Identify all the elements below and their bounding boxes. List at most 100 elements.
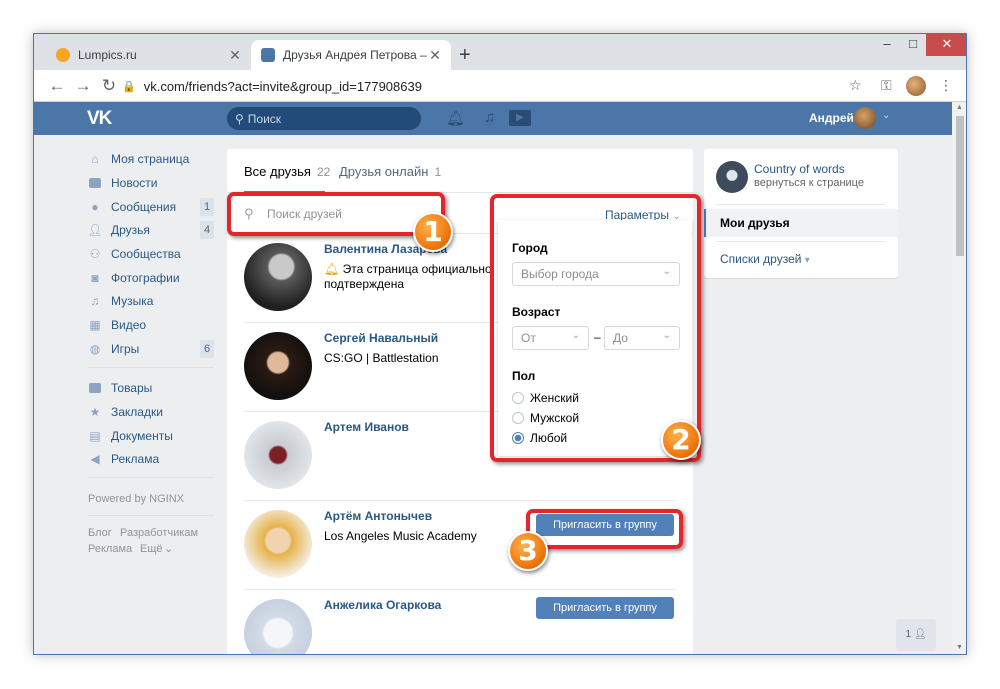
- close-window-icon[interactable]: ✕: [926, 34, 966, 56]
- address-bar[interactable]: 🔒 vk.com/friends?act=invite&group_id=177…: [122, 74, 862, 98]
- footer-link-blog[interactable]: Блог: [88, 527, 112, 539]
- maximize-icon[interactable]: □: [900, 34, 926, 56]
- back-arrow-icon[interactable]: ←: [46, 75, 68, 97]
- sidebar-item-my-page[interactable]: ⌂ Моя страница: [88, 149, 214, 169]
- menu-item-label: Списки друзей: [720, 252, 802, 266]
- minimize-icon[interactable]: –: [874, 34, 900, 56]
- divider: [716, 204, 886, 205]
- tab-count: 1: [434, 165, 442, 179]
- vk-search-input[interactable]: ⚲ Поиск: [227, 107, 421, 130]
- key-icon[interactable]: ⚿: [881, 77, 892, 94]
- menu-item-friend-lists[interactable]: Списки друзей ▾: [720, 252, 810, 266]
- friend-subtitle: Los Angeles Music Academy: [324, 529, 477, 543]
- friend-name[interactable]: Сергей Навальный: [324, 331, 438, 345]
- gamepad-icon: ◍: [89, 342, 101, 356]
- document-icon: ▤: [89, 429, 101, 443]
- sidebar-item-label: Видео: [111, 318, 147, 332]
- footer-link-developers[interactable]: Разработчикам: [120, 527, 198, 539]
- messages-icon: ●: [91, 200, 99, 214]
- back-to-page-link[interactable]: вернуться к странице: [754, 177, 864, 189]
- megaphone-icon: ◀: [90, 452, 100, 466]
- reload-icon[interactable]: ↻: [98, 75, 120, 97]
- page-scrollbar[interactable]: ▲ ▼: [952, 102, 966, 654]
- row-divider: [244, 500, 676, 501]
- count-badge: 1: [200, 198, 214, 216]
- close-tab-icon[interactable]: ✕: [427, 47, 443, 64]
- vk-logo[interactable]: VK: [87, 108, 112, 130]
- play-icon[interactable]: ▶: [509, 110, 531, 126]
- footer-link-more[interactable]: Ещё: [140, 543, 163, 555]
- user-name[interactable]: Андрей: [809, 111, 854, 125]
- scroll-up-icon[interactable]: ▲: [956, 104, 963, 111]
- lumpics-favicon-icon: [56, 48, 70, 62]
- sidebar-item-news[interactable]: Новости: [88, 173, 214, 193]
- sidebar-item-communities[interactable]: ⚇ Сообщества: [88, 244, 214, 264]
- bookmark-star-icon[interactable]: ☆: [849, 77, 862, 94]
- music-note-icon[interactable]: ♫: [484, 109, 495, 126]
- tab-all-friends[interactable]: Все друзья 22: [244, 164, 330, 179]
- sidebar-item-label: Моя страница: [111, 152, 190, 166]
- forward-arrow-icon[interactable]: →: [72, 75, 94, 97]
- sidebar-item-friends[interactable]: 👤︎ Друзья 4: [87, 220, 214, 240]
- vk-header: VK ⚲ Поиск 🔔︎ ♫ ▶ Андрей ⌄: [34, 102, 952, 135]
- chat-button[interactable]: 1 👤︎: [896, 619, 936, 651]
- sidebar-item-documents[interactable]: ▤ Документы: [88, 426, 214, 446]
- menu-item-my-friends[interactable]: Мои друзья: [704, 209, 898, 237]
- profile-avatar[interactable]: [906, 76, 926, 96]
- sidebar-item-messages[interactable]: ● Сообщения 1: [88, 197, 214, 217]
- tab-lumpics[interactable]: Lumpics.ru ✕: [46, 40, 251, 70]
- sidebar-item-label: Фотографии: [111, 271, 180, 285]
- friend-subtitle: 🔔︎ Эта страница официально подтверждена: [324, 262, 494, 292]
- camera-icon: ◙: [91, 271, 99, 285]
- friend-avatar[interactable]: [244, 243, 312, 311]
- user-avatar[interactable]: [854, 107, 876, 129]
- divider: [716, 241, 886, 242]
- friend-avatar[interactable]: [244, 421, 312, 489]
- menu-dots-icon[interactable]: ⋮: [939, 77, 953, 94]
- group-name-link[interactable]: Country of words: [754, 162, 845, 176]
- search-icon: ⚲: [235, 111, 244, 126]
- friend-name[interactable]: Артем Иванов: [324, 420, 409, 434]
- new-tab-button[interactable]: +: [459, 44, 471, 67]
- scroll-down-icon[interactable]: ▼: [956, 644, 963, 651]
- url-text: vk.com/friends?act=invite&group_id=17790…: [143, 78, 422, 94]
- row-divider: [244, 589, 676, 590]
- browser-window: Lumpics.ru ✕ Друзья Андрея Петрова – 22 …: [33, 33, 967, 655]
- music-icon: ♫: [90, 294, 100, 308]
- sidebar-item-video[interactable]: ▦ Видео: [88, 315, 214, 335]
- invite-to-group-button[interactable]: Пригласить в группу: [536, 597, 674, 619]
- sidebar-item-photos[interactable]: ◙ Фотографии: [88, 268, 214, 288]
- chevron-down-icon[interactable]: ⌄: [164, 542, 173, 555]
- group-avatar[interactable]: [716, 161, 748, 193]
- sidebar-item-label: Товары: [111, 381, 153, 395]
- tab-online-friends[interactable]: Друзья онлайн 1: [339, 164, 441, 179]
- bag-icon: [88, 382, 102, 394]
- right-menu-card: Country of words вернуться к странице Мо…: [704, 149, 898, 278]
- sidebar-item-label: Друзья: [111, 223, 150, 237]
- sidebar-item-ads[interactable]: ◀ Реклама: [88, 449, 214, 469]
- sidebar-item-label: Музыка: [111, 294, 154, 308]
- footer-link-ads[interactable]: Реклама: [88, 543, 132, 555]
- sidebar-item-label: Игры: [111, 342, 140, 356]
- tab-count: 22: [316, 165, 331, 179]
- friend-avatar[interactable]: [244, 510, 312, 578]
- sidebar-item-goods[interactable]: Товары: [88, 378, 214, 398]
- friend-name[interactable]: Анжелика Огаркова: [324, 598, 441, 612]
- tab-vk-friends[interactable]: Друзья Андрея Петрова – 22 др ✕: [251, 40, 451, 70]
- bell-icon[interactable]: 🔔︎: [446, 109, 465, 127]
- close-tab-icon[interactable]: ✕: [227, 47, 243, 64]
- chat-count: 1: [905, 629, 912, 640]
- friend-subtitle-text: Эта страница официально подтверждена: [324, 262, 492, 291]
- scrollbar-thumb[interactable]: [956, 116, 964, 256]
- sidebar-item-label: Закладки: [111, 405, 163, 419]
- friend-name[interactable]: Артём Антонычев: [324, 509, 432, 523]
- friend-avatar[interactable]: [244, 332, 312, 400]
- sidebar-item-bookmarks[interactable]: ★ Закладки: [88, 402, 214, 422]
- friend-avatar[interactable]: [244, 599, 312, 654]
- friends-icon: 👤︎: [87, 223, 103, 237]
- search-placeholder: Поиск: [247, 111, 282, 126]
- annotation-badge-1: 1: [413, 212, 453, 252]
- sidebar-item-games[interactable]: ◍ Игры 6: [88, 339, 214, 359]
- sidebar-item-music[interactable]: ♫ Музыка: [88, 291, 214, 311]
- chevron-down-icon[interactable]: ⌄: [882, 110, 890, 121]
